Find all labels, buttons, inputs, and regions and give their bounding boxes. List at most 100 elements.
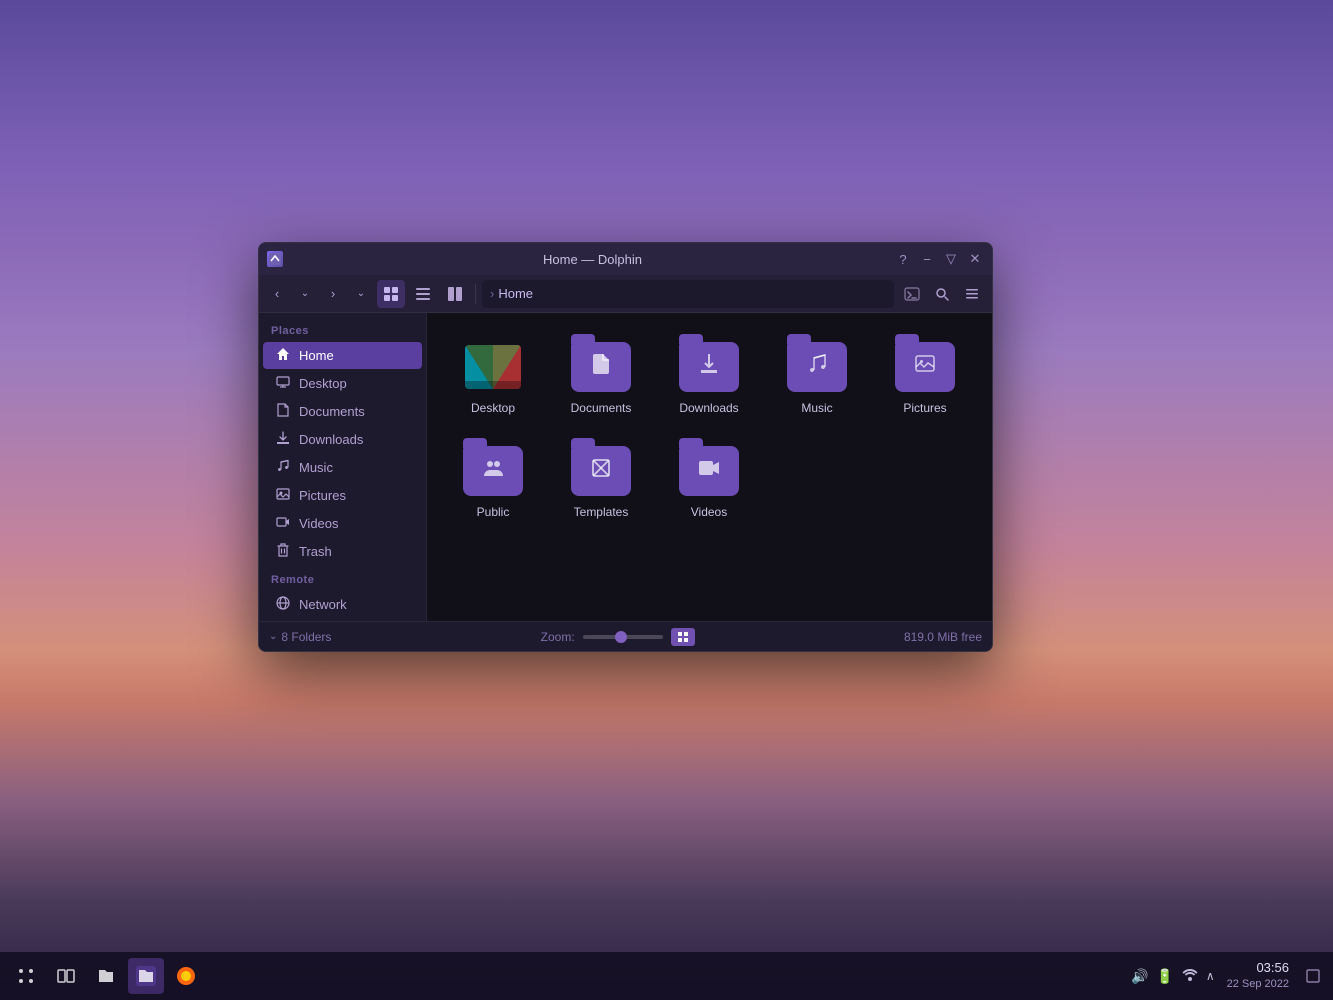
pictures-icon [275,487,291,504]
forward-button[interactable]: › [321,280,345,308]
sidebar-item-network[interactable]: Network [263,591,422,618]
clock-time: 03:56 [1227,960,1289,977]
statusbar-center: Zoom: [339,628,896,646]
volume-icon[interactable]: 🔊 [1131,968,1148,985]
toolbar-right [898,280,986,308]
view-icons-button[interactable] [377,280,405,308]
network-icon [275,596,291,613]
forward-dropdown-button[interactable]: ⌄ [349,280,373,308]
view-split-button[interactable] [441,280,469,308]
folder-desktop[interactable]: Desktop [443,329,543,425]
taskbar-dolphin[interactable] [128,958,164,994]
window-title: Home — Dolphin [291,252,894,267]
statusbar: ⌄ 8 Folders Zoom: 819.0 MiB free [259,621,992,651]
toolbar: ‹ ⌄ › ⌄ › [259,275,992,313]
sidebar-item-desktop[interactable]: Desktop [263,370,422,397]
sidebar-item-pictures[interactable]: Pictures [263,482,422,509]
sidebar-home-label: Home [299,348,334,363]
taskbar-tray: 🔊 🔋 ∧ [1131,967,1215,986]
music-folder-icon [785,339,849,395]
taskbar-app-menu[interactable] [8,958,44,994]
breadcrumb[interactable]: › Home [482,280,894,308]
downloads-icon [275,431,291,448]
folder-documents[interactable]: Documents [551,329,651,425]
network-tray-icon[interactable] [1182,967,1198,986]
desktop-icon [275,375,291,392]
sidebar-item-documents[interactable]: Documents [263,398,422,425]
window-controls: ? − ▽ ✕ [894,250,984,268]
statusbar-left: ⌄ 8 Folders [269,630,331,644]
folder-templates-label: Templates [574,505,629,519]
taskbar-firefox[interactable] [168,958,204,994]
menu-button[interactable] [958,280,986,308]
close-button[interactable]: ✕ [966,250,984,268]
music-icon [275,459,291,476]
taskbar: 🔊 🔋 ∧ 03:56 22 Sep 2022 [0,952,1333,1000]
home-icon [275,347,291,364]
places-label: Places [259,317,426,341]
window-icon [267,251,283,267]
taskbar-task-switcher[interactable] [48,958,84,994]
folder-documents-label: Documents [571,401,632,415]
templates-folder-icon [569,443,633,499]
main-content: Places Home Des [259,313,992,621]
back-button[interactable]: ‹ [265,280,289,308]
view-details-button[interactable] [409,280,437,308]
folder-downloads[interactable]: Downloads [659,329,759,425]
battery-icon[interactable]: 🔋 [1156,968,1173,985]
sidebar-item-music[interactable]: Music [263,454,422,481]
sidebar-music-label: Music [299,460,333,475]
documents-icon [275,403,291,420]
help-button[interactable]: ? [894,250,912,268]
terminal-button[interactable] [898,280,926,308]
folder-music[interactable]: Music [767,329,867,425]
sidebar-item-downloads[interactable]: Downloads [263,426,422,453]
zoom-slider[interactable] [583,635,663,639]
back-dropdown-button[interactable]: ⌄ [293,280,317,308]
sidebar-item-trash[interactable]: Trash [263,538,422,565]
sidebar-item-home[interactable]: Home [263,342,422,369]
breadcrumb-home: Home [498,286,533,301]
folder-videos[interactable]: Videos [659,433,759,529]
sidebar-item-videos[interactable]: Videos [263,510,422,537]
taskbar-files[interactable] [88,958,124,994]
recent-label: Recent [259,619,426,621]
file-area: Desktop Documents [427,313,992,621]
sidebar-trash-label: Trash [299,544,332,559]
trash-icon [275,543,291,560]
downloads-folder-icon [677,339,741,395]
dolphin-window: Home — Dolphin ? − ▽ ✕ ‹ ⌄ › ⌄ [258,242,993,652]
sidebar-documents-label: Documents [299,404,365,419]
sidebar-network-label: Network [299,597,347,612]
expand-collapse-icon[interactable]: ⌄ [269,631,277,642]
statusbar-free-space: 819.0 MiB free [904,630,982,644]
folder-public-label: Public [477,505,510,519]
taskbar-show-desktop[interactable] [1301,958,1325,994]
sidebar-desktop-label: Desktop [299,376,347,391]
sidebar: Places Home Des [259,313,427,621]
zoom-box[interactable] [671,628,695,646]
documents-folder-icon [569,339,633,395]
search-button[interactable] [928,280,956,308]
folder-downloads-label: Downloads [679,401,738,415]
restore-button[interactable]: ▽ [942,250,960,268]
folder-templates[interactable]: Templates [551,433,651,529]
sidebar-downloads-label: Downloads [299,432,363,447]
remote-label: Remote [259,566,426,590]
zoom-label: Zoom: [541,630,575,644]
titlebar: Home — Dolphin ? − ▽ ✕ [259,243,992,275]
sidebar-pictures-label: Pictures [299,488,346,503]
folder-count: 8 Folders [281,630,331,644]
folder-public[interactable]: Public [443,433,543,529]
taskbar-right: 🔊 🔋 ∧ 03:56 22 Sep 2022 [1131,958,1325,994]
desktop-folder-icon [461,339,525,395]
folder-pictures-label: Pictures [903,401,946,415]
zoom-thumb[interactable] [615,631,627,643]
sidebar-videos-label: Videos [299,516,339,531]
minimize-button[interactable]: − [918,250,936,268]
public-folder-icon [461,443,525,499]
folder-pictures[interactable]: Pictures [875,329,975,425]
toolbar-separator-1 [475,284,476,304]
expand-tray-icon[interactable]: ∧ [1206,969,1215,983]
pictures-folder-icon [893,339,957,395]
